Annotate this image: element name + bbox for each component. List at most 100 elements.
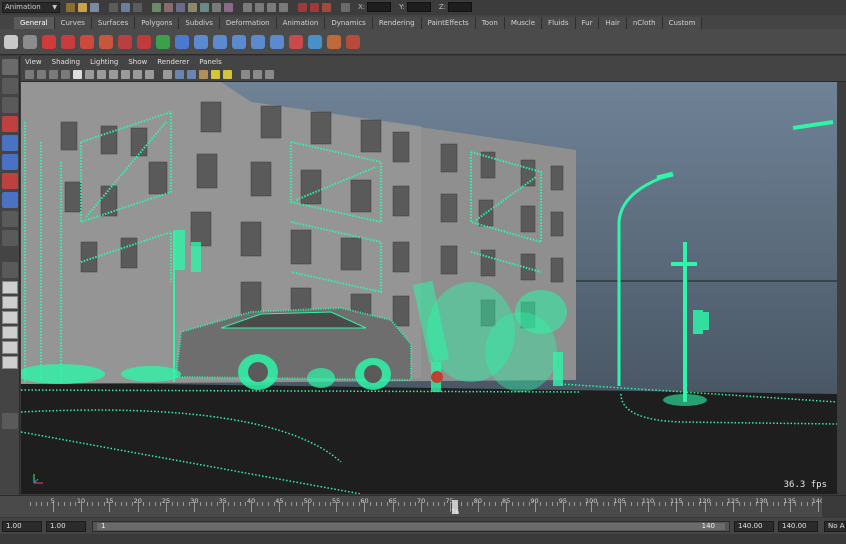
range-slider-handle[interactable] [97, 523, 725, 530]
image-plane-icon[interactable] [61, 70, 70, 79]
shelf-tab-rendering[interactable]: Rendering [372, 17, 422, 29]
shelf-tab-polygons[interactable]: Polygons [135, 17, 180, 29]
panel-menu-lighting[interactable]: Lighting [90, 58, 118, 66]
default-light-icon[interactable] [211, 70, 220, 79]
ik-icon[interactable] [251, 34, 265, 49]
lattice-icon[interactable] [308, 34, 322, 49]
shelf-menu-icon[interactable] [4, 34, 18, 49]
select-object-icon[interactable] [121, 2, 130, 12]
shelf-tab-subdivs[interactable]: Subdivs [179, 17, 220, 29]
layout-graph-icon[interactable] [2, 356, 18, 369]
shelf-tab-painteffects[interactable]: PaintEffects [421, 17, 476, 29]
wire-on-shaded-icon[interactable] [187, 70, 196, 79]
joint-icon[interactable] [194, 34, 208, 49]
layout-outliner-icon[interactable] [2, 341, 18, 354]
mask-icon[interactable] [188, 2, 197, 12]
new-scene-icon[interactable] [66, 2, 75, 12]
layout-four-icon[interactable] [2, 281, 18, 294]
last-tool-icon[interactable] [2, 192, 18, 208]
snap-grid-icon[interactable] [243, 2, 252, 12]
shelf-tab-fluids[interactable]: Fluids [542, 17, 576, 29]
camera-attr-icon[interactable] [37, 70, 46, 79]
reel-icon[interactable] [23, 34, 37, 49]
all-lights-icon[interactable] [223, 70, 232, 79]
snap-point-icon[interactable] [267, 2, 276, 12]
primitive-icon[interactable] [99, 34, 113, 49]
grid-icon[interactable] [73, 70, 82, 79]
move-tool-icon[interactable] [2, 116, 18, 132]
primitive-icon[interactable] [118, 34, 132, 49]
bookmark-icon[interactable] [49, 70, 58, 79]
time-slider[interactable]: 5 10 15 20 25 30 35 40 45 50 55 60 65 70 75 80 85 90 95 100… [0, 495, 846, 518]
panel-menu-view[interactable]: View [25, 58, 42, 66]
perspective-viewport[interactable]: 36.3 fps [21, 82, 837, 494]
mask-icon[interactable] [164, 2, 173, 12]
ik-icon[interactable] [232, 34, 246, 49]
panel-menu-renderer[interactable]: Renderer [157, 58, 189, 66]
shelf-tab-fur[interactable]: Fur [575, 17, 600, 29]
film-gate-icon[interactable] [85, 70, 94, 79]
shelf-tab-animation[interactable]: Animation [276, 17, 326, 29]
wireframe-icon[interactable] [163, 70, 172, 79]
camera-icon[interactable] [346, 34, 360, 49]
shelf-tab-surfaces[interactable]: Surfaces [91, 17, 136, 29]
shelf-tab-curves[interactable]: Curves [54, 17, 92, 29]
panel-menu-panels[interactable]: Panels [199, 58, 222, 66]
paint-select-icon[interactable] [2, 97, 18, 113]
scale-tool-icon[interactable] [2, 154, 18, 170]
coord-x-field[interactable] [367, 2, 392, 12]
joint-icon[interactable] [213, 34, 227, 49]
shelf-tab-dynamics[interactable]: Dynamics [325, 17, 373, 29]
character-set-field[interactable]: No A [824, 521, 846, 532]
textured-icon[interactable] [199, 70, 208, 79]
open-scene-icon[interactable] [78, 2, 87, 12]
gate-mask-icon[interactable] [109, 70, 118, 79]
mask-icon[interactable] [176, 2, 185, 12]
manipulator-icon[interactable] [2, 173, 18, 189]
render-settings-icon[interactable] [322, 2, 331, 12]
coord-z-field[interactable] [448, 2, 473, 12]
layout-top-icon[interactable] [2, 311, 18, 324]
snap-surface-icon[interactable] [279, 2, 288, 12]
panel-scrollbar[interactable] [837, 82, 846, 494]
save-scene-icon[interactable] [90, 2, 99, 12]
field-chart-icon[interactable] [121, 70, 130, 79]
shelf-tab-ncloth[interactable]: nCloth [626, 17, 663, 29]
cluster-icon[interactable] [289, 34, 303, 49]
light-icon[interactable] [327, 34, 341, 49]
layout-side-icon[interactable] [2, 296, 18, 309]
mask-icon[interactable] [152, 2, 161, 12]
panel-menu-shading[interactable]: Shading [52, 58, 80, 66]
shelf-tab-hair[interactable]: Hair [599, 17, 627, 29]
time-slider-track[interactable]: 5 10 15 20 25 30 35 40 45 50 55 60 65 70 75 80 85 90 95 100… [26, 496, 824, 518]
quick-layout-icon[interactable] [2, 413, 18, 429]
sculpt-icon[interactable] [137, 34, 151, 49]
xray-icon[interactable] [241, 70, 250, 79]
menu-set-select[interactable]: Animation ▼ [2, 1, 60, 13]
primitive-icon[interactable] [80, 34, 94, 49]
camera-select-icon[interactable] [25, 70, 34, 79]
mask-icon[interactable] [212, 2, 221, 12]
end-time-field[interactable]: 140.00 [778, 521, 818, 532]
help-icon[interactable] [42, 34, 56, 49]
smooth-shade-icon[interactable] [175, 70, 184, 79]
soft-mod-icon[interactable] [2, 211, 18, 227]
range-slider[interactable]: 1 140 [92, 521, 730, 532]
shelf-tab-deformation[interactable]: Deformation [219, 17, 277, 29]
input-line-icon[interactable] [341, 2, 350, 12]
layout-persp-icon[interactable] [2, 326, 18, 339]
rotate-tool-icon[interactable] [2, 135, 18, 151]
primitive-icon[interactable] [61, 34, 75, 49]
layout-single-icon[interactable] [2, 262, 18, 278]
render-icon[interactable] [298, 2, 307, 12]
panel-menu-show[interactable]: Show [128, 58, 147, 66]
snap-curve-icon[interactable] [255, 2, 264, 12]
ipr-render-icon[interactable] [310, 2, 319, 12]
mask-icon[interactable] [224, 2, 233, 12]
skin-icon[interactable] [270, 34, 284, 49]
safe-action-icon[interactable] [133, 70, 142, 79]
paint-icon[interactable] [156, 34, 170, 49]
sphere-icon[interactable] [175, 34, 189, 49]
shelf-tab-custom[interactable]: Custom [662, 17, 703, 29]
playback-start-field[interactable]: 1.00 [46, 520, 86, 532]
